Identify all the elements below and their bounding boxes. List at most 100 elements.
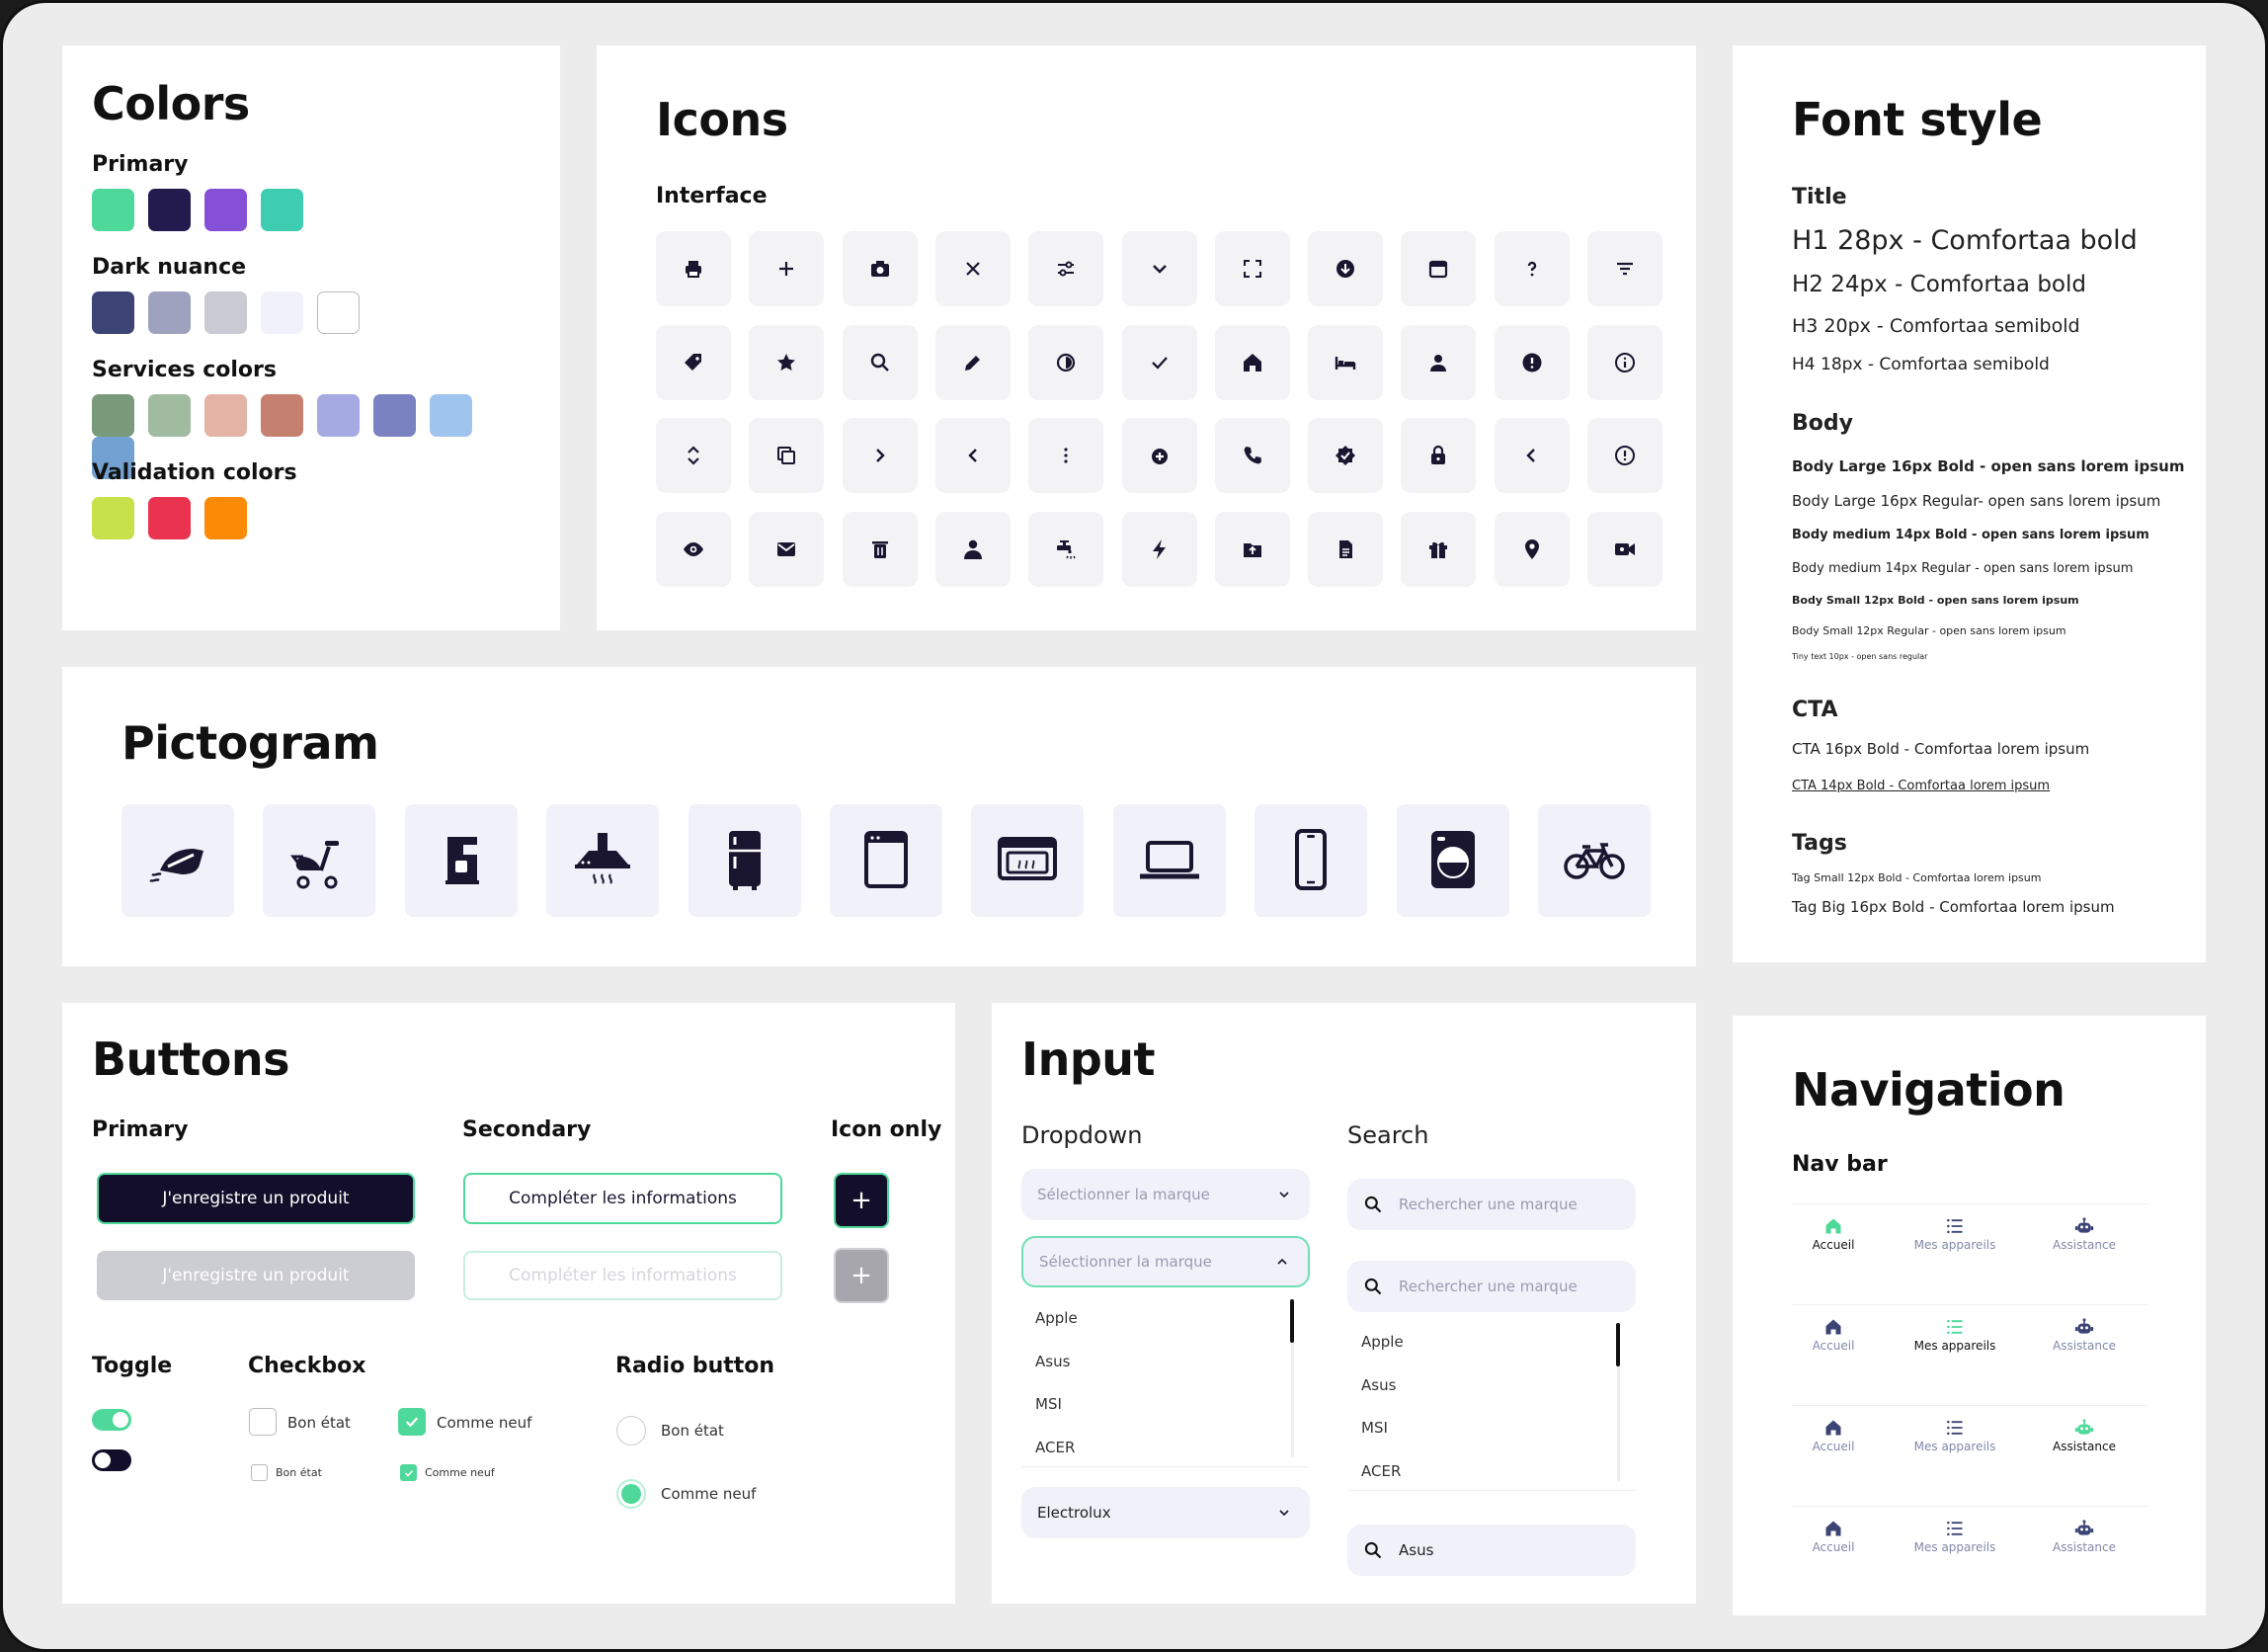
icon-cell[interactable] xyxy=(1308,418,1384,493)
dropdown-option[interactable]: MSI xyxy=(1035,1395,1062,1413)
search-input-open[interactable]: Rechercher une marque xyxy=(1347,1261,1636,1312)
search-input-filled[interactable]: Asus xyxy=(1347,1525,1636,1576)
toggle-on[interactable] xyxy=(92,1409,131,1431)
color-swatch[interactable] xyxy=(148,497,191,539)
color-swatch[interactable] xyxy=(204,189,247,231)
icon-cell[interactable] xyxy=(1308,324,1384,400)
icon-cell[interactable] xyxy=(1121,511,1197,587)
nav-item[interactable]: Assistance xyxy=(2035,1317,2134,1353)
color-swatch[interactable] xyxy=(148,291,191,334)
color-swatch[interactable] xyxy=(204,497,247,539)
icon-cell[interactable] xyxy=(934,511,1011,587)
color-swatch[interactable] xyxy=(92,394,134,437)
icon-cell[interactable] xyxy=(656,511,731,587)
nav-item[interactable]: Mes appareils xyxy=(1905,1418,2004,1453)
nav-item[interactable]: Mes appareils xyxy=(1905,1317,2004,1353)
search-result[interactable]: Asus xyxy=(1361,1376,1396,1394)
icon-cell[interactable] xyxy=(656,418,731,493)
color-swatch[interactable] xyxy=(317,291,360,334)
icon-cell[interactable] xyxy=(1214,418,1290,493)
icon-cell[interactable] xyxy=(749,511,825,587)
nav-item[interactable]: Mes appareils xyxy=(1905,1216,2004,1252)
icon-cell[interactable] xyxy=(656,324,731,400)
icon-cell[interactable] xyxy=(1028,231,1104,306)
color-swatch[interactable] xyxy=(92,497,134,539)
icon-cell[interactable] xyxy=(842,511,918,587)
nav-item[interactable]: Accueil xyxy=(1784,1519,1883,1554)
color-swatch[interactable] xyxy=(148,394,191,437)
icon-cell[interactable] xyxy=(749,418,825,493)
icon-cell[interactable] xyxy=(1214,231,1290,306)
icon-cell[interactable] xyxy=(842,231,918,306)
icon-cell[interactable] xyxy=(1587,418,1662,493)
search-result[interactable]: MSI xyxy=(1361,1419,1388,1437)
icon-cell[interactable] xyxy=(1401,418,1477,493)
search-result[interactable]: Apple xyxy=(1361,1333,1404,1351)
font-cta-14[interactable]: CTA 14px Bold - Comfortaa lorem ipsum xyxy=(1792,779,2050,793)
icon-cell[interactable] xyxy=(934,231,1011,306)
secondary-button[interactable]: Compléter les informations xyxy=(463,1173,782,1224)
color-swatch[interactable] xyxy=(430,394,472,437)
color-swatch[interactable] xyxy=(204,291,247,334)
icon-cell[interactable] xyxy=(749,324,825,400)
icon-cell[interactable] xyxy=(934,418,1011,493)
primary-button[interactable]: J'enregistre un produit xyxy=(97,1173,415,1224)
color-swatch[interactable] xyxy=(92,189,134,231)
color-swatch[interactable] xyxy=(92,291,134,334)
dropdown-open[interactable]: Sélectionner la marque xyxy=(1021,1236,1310,1287)
secondary-button-disabled[interactable]: Compléter les informations xyxy=(463,1251,782,1300)
dropdown-scrollbar-thumb[interactable] xyxy=(1290,1299,1294,1343)
checkbox-checked[interactable] xyxy=(398,1408,426,1436)
search-result[interactable]: ACER xyxy=(1361,1462,1401,1480)
color-swatch[interactable] xyxy=(261,189,303,231)
primary-button-disabled[interactable]: J'enregistre un produit xyxy=(97,1251,415,1300)
icon-cell[interactable] xyxy=(1121,418,1197,493)
dropdown-option[interactable]: Asus xyxy=(1035,1353,1070,1370)
icon-cell[interactable] xyxy=(1587,511,1662,587)
color-swatch[interactable] xyxy=(261,394,303,437)
icon-cell[interactable] xyxy=(1028,511,1104,587)
icon-cell[interactable] xyxy=(656,231,731,306)
icon-cell[interactable] xyxy=(1214,324,1290,400)
nav-item[interactable]: Accueil xyxy=(1784,1317,1883,1353)
icon-cell[interactable] xyxy=(1494,324,1570,400)
icon-cell[interactable] xyxy=(1587,324,1662,400)
nav-item[interactable]: Assistance xyxy=(2035,1216,2134,1252)
color-swatch[interactable] xyxy=(317,394,360,437)
icon-cell[interactable] xyxy=(1494,418,1570,493)
icon-cell[interactable] xyxy=(842,418,918,493)
icon-cell[interactable] xyxy=(1308,511,1384,587)
radio-selected[interactable] xyxy=(616,1479,646,1509)
dropdown-option[interactable]: Apple xyxy=(1035,1309,1078,1327)
nav-item[interactable]: Accueil xyxy=(1784,1418,1883,1453)
color-swatch[interactable] xyxy=(373,394,416,437)
icon-cell[interactable] xyxy=(1214,511,1290,587)
icon-only-button[interactable]: + xyxy=(834,1173,889,1228)
nav-item[interactable]: Assistance xyxy=(2035,1519,2134,1554)
checkbox-small-checked[interactable] xyxy=(400,1464,417,1481)
icon-cell[interactable] xyxy=(749,231,825,306)
icon-cell[interactable] xyxy=(1494,511,1570,587)
color-swatch[interactable] xyxy=(204,394,247,437)
nav-item[interactable]: Assistance xyxy=(2035,1418,2134,1453)
icon-cell[interactable] xyxy=(1308,231,1384,306)
icon-cell[interactable] xyxy=(842,324,918,400)
color-swatch[interactable] xyxy=(261,291,303,334)
nav-item[interactable]: Mes appareils xyxy=(1905,1519,2004,1554)
icon-cell[interactable] xyxy=(1494,231,1570,306)
dropdown-option[interactable]: ACER xyxy=(1035,1439,1075,1456)
radio-unselected[interactable] xyxy=(616,1416,646,1446)
icon-cell[interactable] xyxy=(1587,231,1662,306)
icon-cell[interactable] xyxy=(1121,324,1197,400)
dropdown-filled[interactable]: Electrolux xyxy=(1021,1487,1310,1538)
icon-cell[interactable] xyxy=(1401,231,1477,306)
icon-cell[interactable] xyxy=(1401,324,1477,400)
nav-item[interactable]: Accueil xyxy=(1784,1216,1883,1252)
color-swatch[interactable] xyxy=(148,189,191,231)
icon-cell[interactable] xyxy=(1028,324,1104,400)
icon-cell[interactable] xyxy=(1028,418,1104,493)
checkbox-small-unchecked[interactable] xyxy=(251,1464,268,1481)
icon-only-button-disabled[interactable]: + xyxy=(834,1248,889,1303)
icon-cell[interactable] xyxy=(934,324,1011,400)
dropdown-closed[interactable]: Sélectionner la marque xyxy=(1021,1169,1310,1220)
